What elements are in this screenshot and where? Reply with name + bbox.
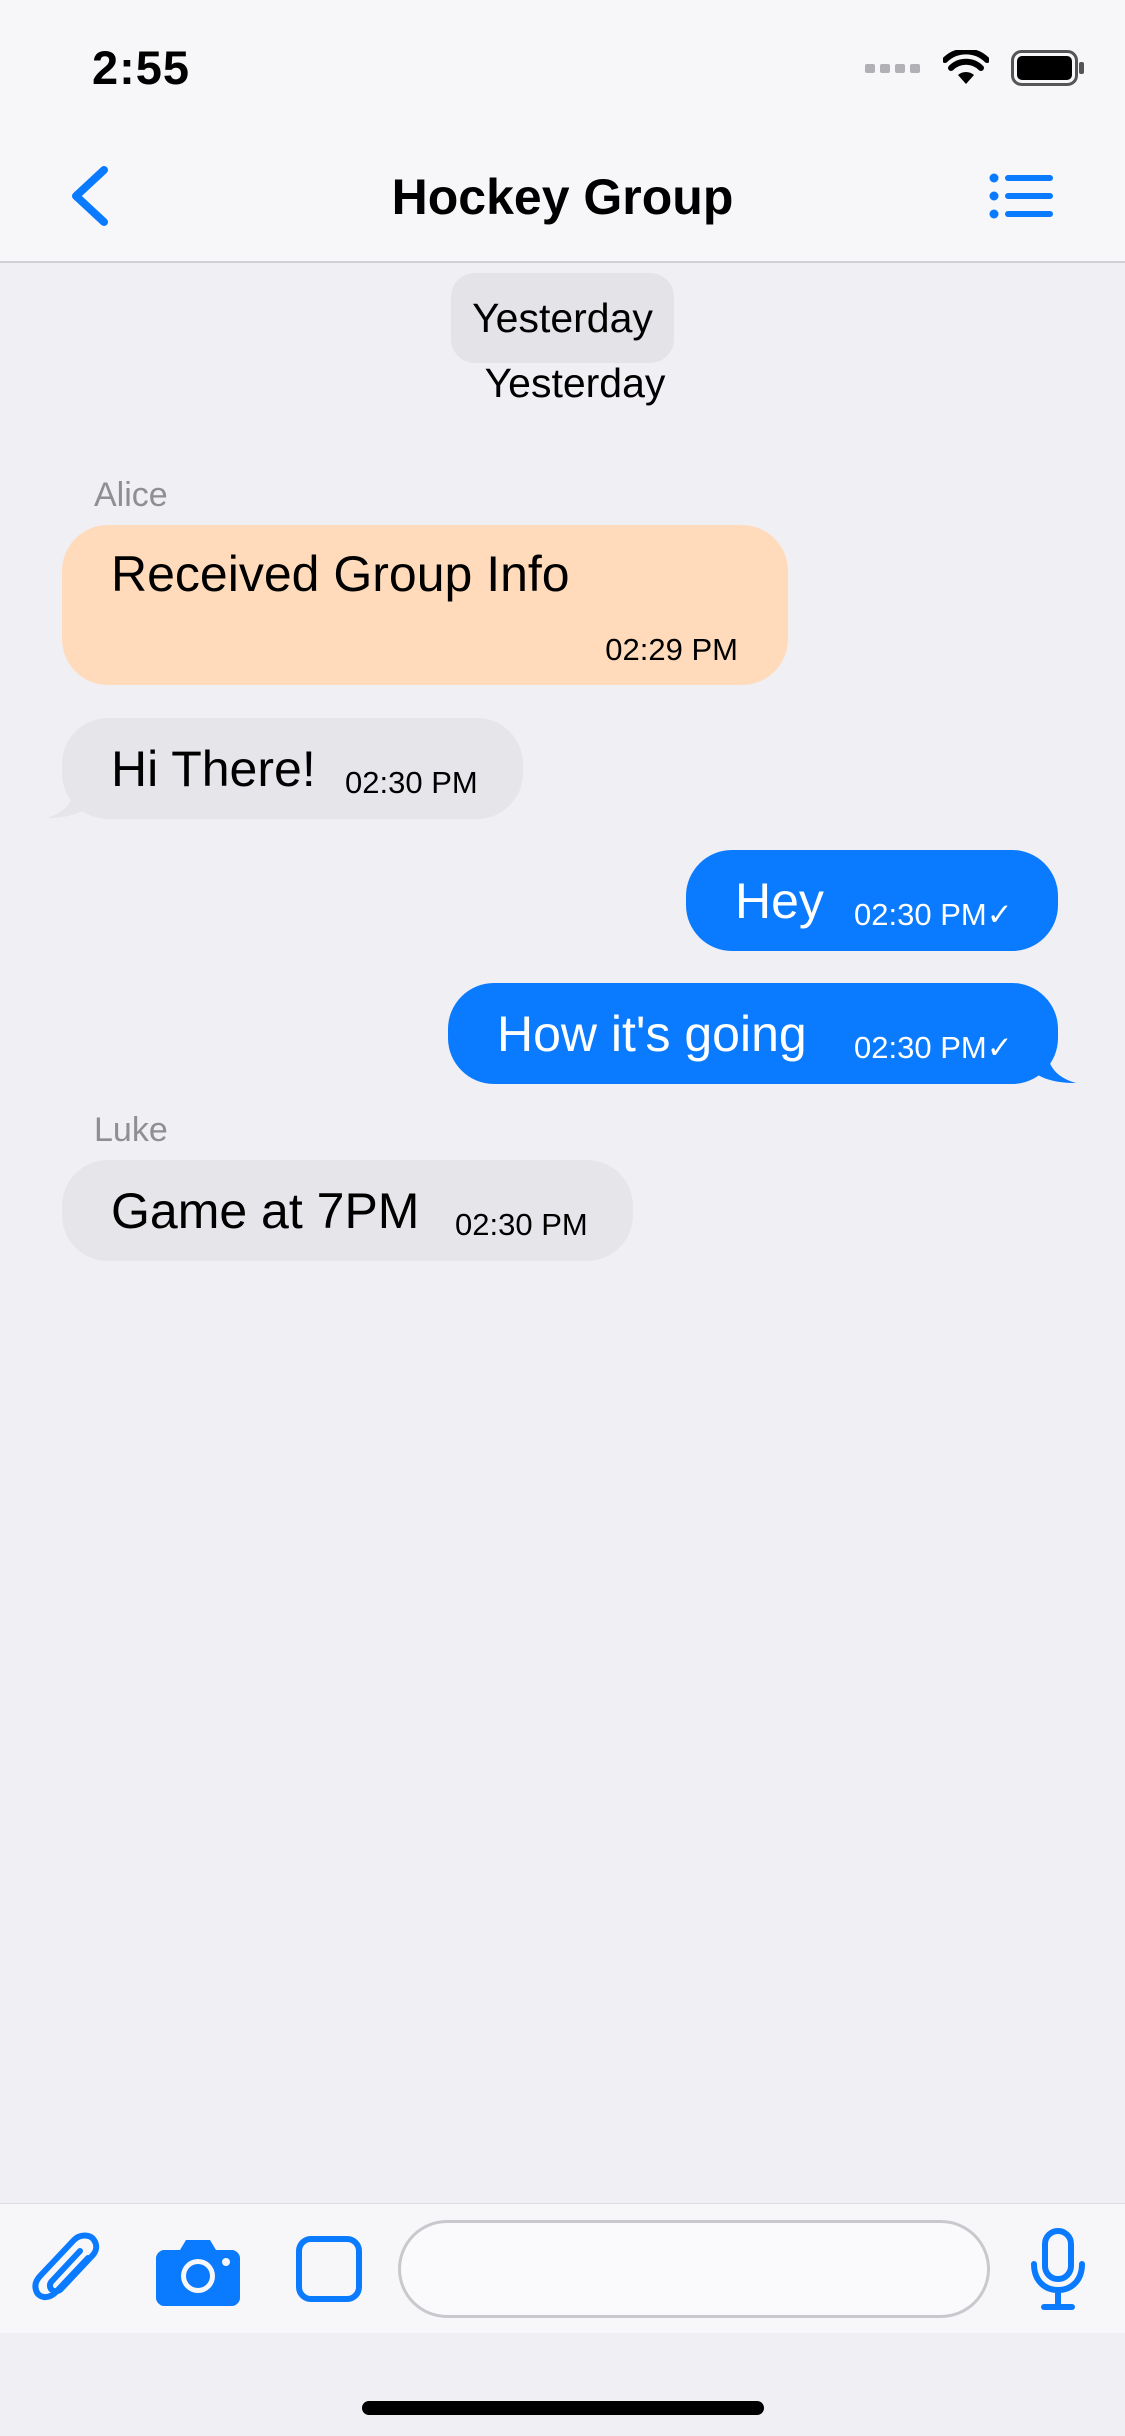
nav-bar: Hockey Group xyxy=(0,130,1125,263)
bubble-tail xyxy=(46,778,90,818)
message-bubble[interactable]: Hey 02:30 PM✓ xyxy=(686,850,1058,951)
signal-icon xyxy=(865,64,920,73)
message-text: Hi There! xyxy=(111,741,316,797)
message-time: 02:30 PM xyxy=(455,1207,588,1242)
sender-name: Alice xyxy=(94,476,168,514)
message-text: Hey xyxy=(735,873,824,929)
message-text: Received Group Info xyxy=(111,546,570,602)
status-time: 2:55 xyxy=(92,41,191,94)
wifi-icon xyxy=(943,50,989,84)
camera-button[interactable] xyxy=(156,2234,240,2306)
square-icon xyxy=(296,2236,362,2302)
attach-button[interactable] xyxy=(30,2228,104,2312)
date-separator: Yesterday xyxy=(451,273,674,363)
message-time: 02:30 PM xyxy=(345,765,478,800)
input-toolbar xyxy=(0,2203,1125,2334)
message-text: Game at 7PM xyxy=(111,1183,420,1239)
message-bubble[interactable]: Game at 7PM 02:30 PM xyxy=(62,1160,633,1261)
message-bubble[interactable]: How it's going 02:30 PM✓ xyxy=(448,983,1058,1084)
message-time: 02:30 PM✓ xyxy=(854,1030,1013,1065)
paperclip-icon xyxy=(32,2232,100,2300)
home-area xyxy=(0,2333,1125,2436)
status-icons xyxy=(865,46,1085,90)
chat-area[interactable]: Yesterday Yesterday Alice Received Group… xyxy=(0,263,1125,2203)
microphone-icon xyxy=(1031,2228,1085,2310)
message-time: 02:30 PM✓ xyxy=(854,897,1013,932)
menu-button[interactable] xyxy=(989,170,1055,222)
message-bubble[interactable]: Received Group Info 02:29 PM xyxy=(62,525,788,685)
page-title: Hockey Group xyxy=(391,169,734,225)
status-bar: 2:55 xyxy=(0,0,1125,130)
bubble-tail xyxy=(1032,1043,1076,1083)
message-text: How it's going xyxy=(497,1006,807,1062)
sender-name: Luke xyxy=(94,1111,168,1149)
voice-button[interactable] xyxy=(1030,2228,1086,2312)
camera-icon xyxy=(156,2240,240,2306)
date-label: Yesterday xyxy=(484,360,666,406)
sticker-button[interactable] xyxy=(296,2236,362,2302)
list-icon xyxy=(989,173,1053,219)
message-bubble[interactable]: Hi There! 02:30 PM xyxy=(62,718,523,819)
message-time: 02:29 PM xyxy=(605,632,738,667)
battery-icon xyxy=(1011,50,1084,86)
message-input[interactable] xyxy=(398,2220,990,2318)
home-indicator[interactable] xyxy=(362,2401,764,2415)
